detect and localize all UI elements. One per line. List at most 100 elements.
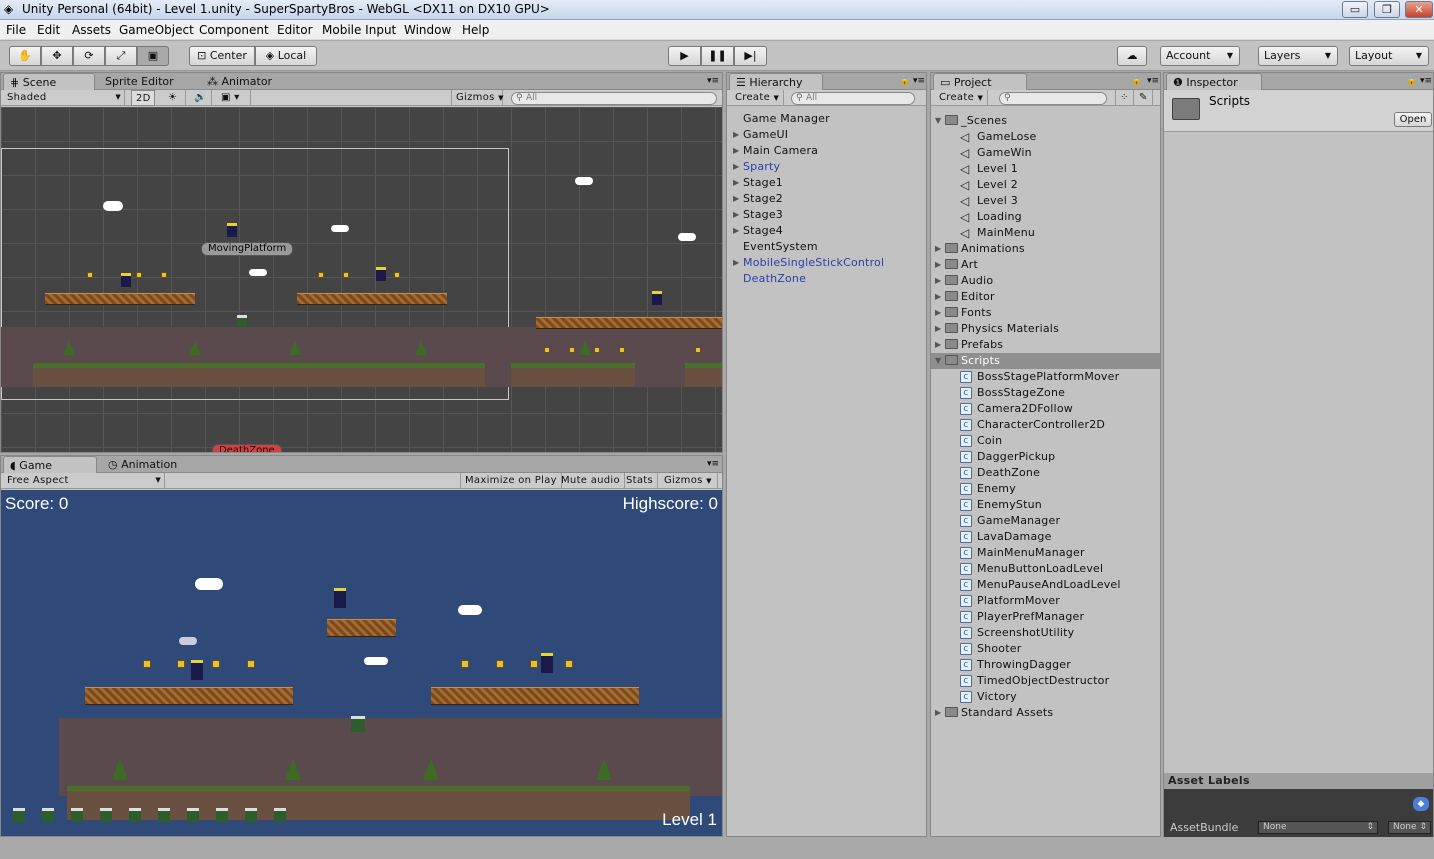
panel-menu-icon[interactable]: ▾≡ [701,73,725,90]
script-asset[interactable]: c BossStageZone [960,385,1065,401]
script-asset[interactable]: c DaggerPickup [960,449,1055,465]
expand-arrow-icon[interactable]: ▶ [935,305,941,321]
expand-arrow-icon[interactable]: ▶ [935,273,941,289]
project-folder[interactable]: ▶ Physics Materials [935,321,1059,337]
project-folder[interactable]: ▶ Standard Assets [935,705,1053,721]
script-asset[interactable]: c BossStagePlatformMover [960,369,1119,385]
hierarchy-item[interactable]: ▶ MobileSingleStickControl [733,255,884,271]
hierarchy-item[interactable]: Game Manager [743,111,830,127]
expand-arrow-icon[interactable]: ▶ [935,257,941,273]
cloud-icon[interactable]: ☁ [1117,46,1147,66]
assetbundle-name-dropdown[interactable]: None ⇕ [1258,821,1378,834]
gizmos-dropdown[interactable]: Gizmos ▼ [451,90,504,106]
menu-gameobject[interactable]: GameObject [119,23,194,37]
maximize-button[interactable]: ❐ [1374,1,1400,18]
pause-button[interactable]: ❚❚ [701,46,734,66]
project-search-input[interactable] [999,92,1107,105]
script-asset[interactable]: c MenuPauseAndLoadLevel [960,577,1121,593]
script-asset[interactable]: c EnemyStun [960,497,1042,513]
scene-asset[interactable]: ◁ GameWin [960,145,1032,161]
tab-sprite-editor[interactable]: Sprite Editor [99,73,180,90]
space-local-button[interactable]: ◈ Local [255,46,317,66]
game-gizmos-dropdown[interactable]: Gizmos ▼ [660,473,718,489]
audio-icon[interactable]: 🔊 [190,90,212,106]
tab-scene[interactable]: ⋕ Scene [3,73,95,90]
hierarchy-item[interactable]: ▶ GameUI [733,127,788,143]
menu-component[interactable]: Component [199,23,269,37]
collapse-arrow-icon[interactable]: ▼ [935,353,941,369]
scale-tool-icon[interactable]: ⤢ [105,46,137,66]
rotate-tool-icon[interactable]: ⟳ [73,46,105,66]
project-folder[interactable]: ▼ _Scenes [935,113,1007,129]
label-tag-icon[interactable]: ◆ [1413,797,1429,811]
expand-arrow-icon[interactable]: ▶ [935,241,941,257]
menu-editor[interactable]: Editor [277,23,313,37]
menu-window[interactable]: Window [404,23,451,37]
script-asset[interactable]: c PlayerPrefManager [960,609,1084,625]
script-asset[interactable]: c ThrowingDagger [960,657,1071,673]
script-asset[interactable]: c PlatformMover [960,593,1060,609]
pivot-center-button[interactable]: ⊡ Center [189,46,255,66]
minimize-button[interactable]: ▭ [1342,1,1368,18]
hierarchy-search-input[interactable]: All [791,92,915,105]
hierarchy-item[interactable]: ▶ Stage1 [733,175,783,191]
hierarchy-item[interactable]: ▶ Main Camera [733,143,818,159]
project-folder[interactable]: ▶ Art [935,257,978,273]
expand-arrow-icon[interactable]: ▶ [733,159,739,175]
expand-arrow-icon[interactable]: ▶ [733,127,739,143]
project-folder[interactable]: ▶ Prefabs [935,337,1003,353]
hierarchy-item[interactable]: ▶ Stage3 [733,207,783,223]
lighting-icon[interactable]: ☀ [164,90,186,106]
menu-assets[interactable]: Assets [72,23,111,37]
game-viewport[interactable]: Score: 0 Highscore: 0 Level 1 [1,490,722,836]
filter-label-icon[interactable]: ✎ [1135,90,1153,106]
filter-type-icon[interactable]: ⁘ [1115,90,1134,106]
tab-hierarchy[interactable]: ☰ Hierarchy [729,73,823,90]
script-asset[interactable]: c TimedObjectDestructor [960,673,1109,689]
project-folder[interactable]: ▶ Audio [935,273,993,289]
close-button[interactable]: ✕ [1405,1,1433,18]
step-button[interactable]: ▶| [734,46,767,66]
project-folder[interactable]: ▶ Fonts [935,305,992,321]
script-asset[interactable]: c ScreenshotUtility [960,625,1074,641]
menu-mobile-input[interactable]: Mobile Input [322,23,396,37]
expand-arrow-icon[interactable]: ▶ [935,705,941,721]
script-asset[interactable]: c MenuButtonLoadLevel [960,561,1103,577]
script-asset[interactable]: c Shooter [960,641,1021,657]
panel-menu-icon[interactable]: ▾≡ [701,456,725,473]
menu-edit[interactable]: Edit [37,23,60,37]
scene-asset[interactable]: ◁ Level 1 [960,161,1018,177]
expand-arrow-icon[interactable]: ▶ [733,255,739,271]
panel-menu-icon[interactable]: ▾≡ [1414,73,1434,90]
project-folder[interactable]: ▶ Animations [935,241,1025,257]
script-asset[interactable]: c Victory [960,689,1017,705]
script-asset[interactable]: c CharacterController2D [960,417,1105,433]
hierarchy-item[interactable]: EventSystem [743,239,818,255]
mute-audio-toggle[interactable]: Mute audio [557,473,625,489]
play-button[interactable]: ▶ [668,46,701,66]
tab-animation[interactable]: ◷ Animation [102,456,183,473]
script-asset[interactable]: c GameManager [960,513,1060,529]
scene-asset[interactable]: ◁ GameLose [960,129,1037,145]
scene-viewport[interactable]: MovingPlatform DeathZone [1,107,722,452]
scene-asset[interactable]: ◁ Level 3 [960,193,1018,209]
scene-asset[interactable]: ◁ Loading [960,209,1022,225]
move-tool-icon[interactable]: ✥ [41,46,73,66]
account-dropdown[interactable]: Account ▼ [1160,46,1240,66]
panel-menu-icon[interactable]: ▾≡ [907,73,931,90]
script-asset[interactable]: c MainMenuManager [960,545,1085,561]
rect-tool-icon[interactable]: ▣ [137,46,169,66]
menu-file[interactable]: File [6,23,26,37]
aspect-dropdown[interactable]: Free Aspect ▼ [3,473,165,489]
effects-icon[interactable]: ▣ ▾ [217,90,251,106]
expand-arrow-icon[interactable]: ▶ [733,143,739,159]
hierarchy-item[interactable]: DeathZone [743,271,806,287]
script-asset[interactable]: c Camera2DFollow [960,401,1073,417]
expand-arrow-icon[interactable]: ▶ [935,321,941,337]
tab-game[interactable]: ◖ Game [3,456,97,473]
layout-dropdown[interactable]: Layout ▼ [1349,46,1429,66]
script-asset[interactable]: c DeathZone [960,465,1040,481]
expand-arrow-icon[interactable]: ▶ [935,289,941,305]
expand-arrow-icon[interactable]: ▶ [935,337,941,353]
hierarchy-item[interactable]: ▶ Stage2 [733,191,783,207]
